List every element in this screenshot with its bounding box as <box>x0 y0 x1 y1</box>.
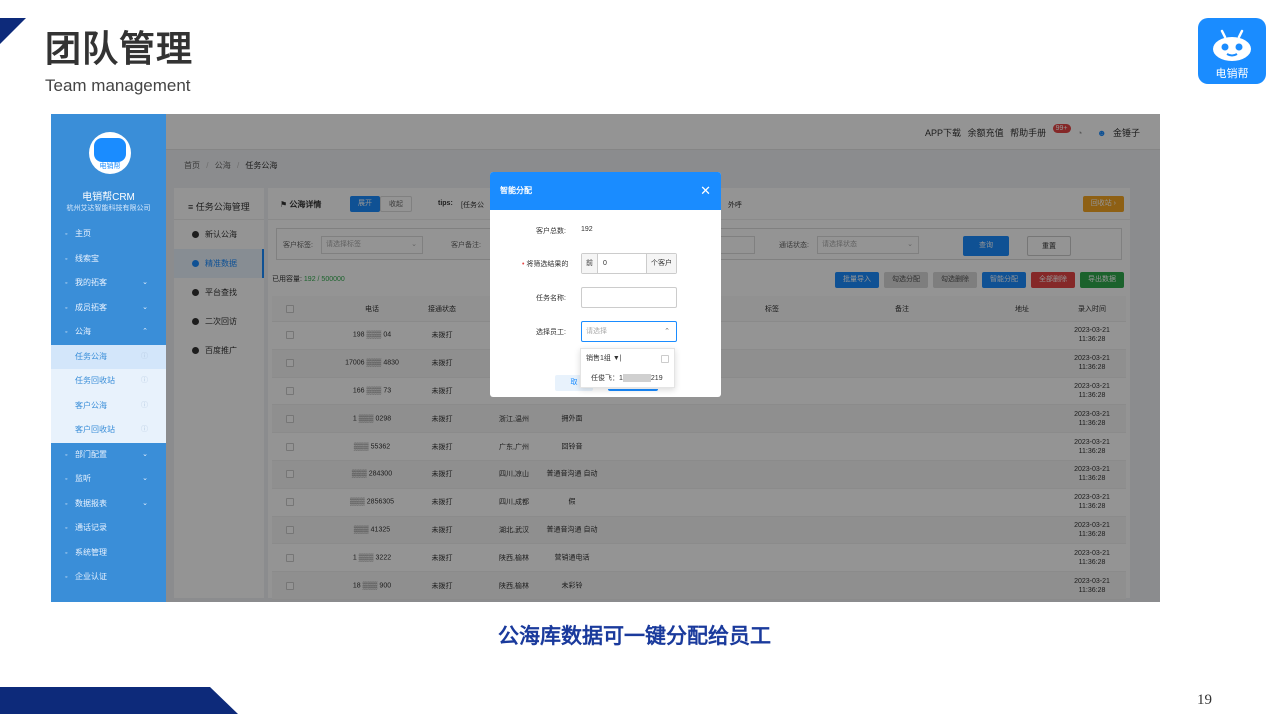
total-value: 192 <box>581 226 593 233</box>
chevron-icon: ⓘ <box>141 377 148 384</box>
chevron-up-icon: ⌃ <box>664 328 670 335</box>
crm-screenshot: 电销帮 电销帮CRM 杭州艾达智能科技有限公司 ◦ 主页 ◦ 线索宝 ◦ 我的拓客 ⌄ ◦ 成员… <box>51 114 1160 602</box>
sidebar-item-label: 线索宝 <box>75 253 99 263</box>
chevron-icon: ⓘ <box>141 426 148 433</box>
sidebar-item-label: 客户公海 <box>75 400 107 410</box>
tool-icon: ◦ <box>65 451 68 459</box>
folder-icon: ◦ <box>65 329 68 336</box>
sidebar-item[interactable]: ◦ 数据报表 ⌄ <box>51 492 166 517</box>
assign-count-group: 前 0 个客户 <box>581 253 677 274</box>
checkbox[interactable] <box>661 355 669 363</box>
people-icon: ◦ <box>65 304 68 312</box>
assign-label: • 将筛选结果的 <box>522 261 569 268</box>
task-name-label: 任务名称: <box>536 295 566 302</box>
sidebar-item-label: 通话记录 <box>75 523 107 532</box>
sidebar-item-label: 监听 <box>75 474 91 483</box>
sidebar-item[interactable]: ◦ 主页 <box>51 222 166 247</box>
total-label: 客户总数: <box>536 228 566 235</box>
chart-icon: ◦ <box>65 500 68 508</box>
robot-face-icon <box>1213 29 1251 61</box>
sidebar-item[interactable]: ◦ 部门配置 ⌄ <box>51 443 166 468</box>
assign-count-input[interactable]: 0 <box>603 254 607 273</box>
sidebar-item-label: 我的拓客 <box>75 278 107 287</box>
modal-header: 智能分配 ✕ <box>490 172 721 210</box>
gear-icon: ◦ <box>65 549 68 557</box>
phone-icon: ◦ <box>65 280 68 287</box>
sidebar-item-label: 系统管理 <box>75 547 107 557</box>
sidebar-item-label: 数据报表 <box>75 498 107 508</box>
eye-icon: ◦ <box>65 476 68 483</box>
smart-assign-modal: 智能分配 ✕ 客户总数: 192 • 将筛选结果的 前 0 个客户 任务名称: … <box>490 172 721 397</box>
footer-bar-decoration <box>0 687 238 714</box>
sidebar-item[interactable]: 客户回收站 ⓘ <box>51 418 166 443</box>
sidebar-item-label: 任务回收站 <box>75 376 115 385</box>
chevron-icon: ⌄ <box>142 303 148 311</box>
log-icon: ◦ <box>65 525 68 532</box>
sidebar-item-label: 公海 <box>75 327 91 336</box>
sidebar-item-label: 客户回收站 <box>75 425 115 434</box>
logo-text: 电销帮 <box>1215 68 1249 80</box>
slide-title: 团队管理 <box>45 28 194 69</box>
staff-label: 选择员工: <box>536 329 566 336</box>
chevron-icon: ⌃ <box>142 328 148 335</box>
sidebar-item[interactable]: ◦ 系统管理 <box>51 541 166 566</box>
staff-dropdown: 销售1组 ▼| 任俊飞：1 219 <box>580 348 675 388</box>
corner-triangle-decoration <box>0 18 26 44</box>
dropdown-option-group[interactable]: 销售1组 ▼| <box>581 349 674 369</box>
slide-subtitle: Team management <box>45 76 191 95</box>
sidebar-item[interactable]: ◦ 通话记录 <box>51 516 166 541</box>
chevron-icon: ⓘ <box>141 352 148 360</box>
sidebar-item[interactable]: ◦ 成员拓客 ⌄ <box>51 296 166 321</box>
sidebar-item[interactable]: ◦ 企业认证 <box>51 565 166 590</box>
sidebar-item-label: 任务公海 <box>75 351 107 361</box>
badge-icon: ◦ <box>65 574 68 581</box>
sidebar: 电销帮 电销帮CRM 杭州艾达智能科技有限公司 ◦ 主页 ◦ 线索宝 ◦ 我的拓客 ⌄ ◦ 成员… <box>51 114 166 602</box>
task-name-input[interactable] <box>581 287 677 308</box>
sidebar-item[interactable]: 客户公海 ⓘ <box>51 393 166 418</box>
sidebar-item-label: 成员拓客 <box>75 302 107 312</box>
brand-logo: 电销帮 <box>1198 18 1266 84</box>
sidebar-item[interactable]: ◦ 我的拓客 ⌄ <box>51 271 166 296</box>
sidebar-item[interactable]: 任务回收站 ⓘ <box>51 369 166 394</box>
sidebar-item-label: 主页 <box>75 229 91 238</box>
sidebar-item-label: 企业认证 <box>75 572 107 581</box>
page-number: 19 <box>1197 692 1212 708</box>
sidebar-item[interactable]: ◦ 公海 ⌃ <box>51 320 166 345</box>
wallet-icon: ◦ <box>65 255 68 263</box>
home-icon: ◦ <box>65 231 68 238</box>
staff-select[interactable]: 请选择 ⌃ <box>581 321 677 342</box>
sidebar-item[interactable]: ◦ 线索宝 <box>51 247 166 272</box>
sidebar-item-label: 部门配置 <box>75 449 107 459</box>
chevron-icon: ⌄ <box>142 450 148 458</box>
chevron-icon: ⌄ <box>142 499 148 507</box>
close-icon[interactable]: ✕ <box>700 172 711 210</box>
chevron-icon: ⌄ <box>142 475 148 482</box>
dropdown-option-staff[interactable]: 任俊飞：1 219 <box>581 369 674 389</box>
chevron-icon: ⌄ <box>142 279 148 286</box>
slide: 团队管理 Team management 电销帮 电销帮 电销帮CRM 杭州艾达… <box>0 0 1269 714</box>
sidebar-company: 杭州艾达智能科技有限公司 <box>66 205 151 212</box>
slide-caption: 公海库数据可一键分配给员工 <box>498 625 771 648</box>
sidebar-item[interactable]: ◦ 监听 ⌄ <box>51 467 166 492</box>
chevron-icon: ⓘ <box>141 401 148 409</box>
sidebar-menu: ◦ 主页 ◦ 线索宝 ◦ 我的拓客 ⌄ ◦ 成员拓客 ⌄ ◦ 公海 ⌃ 任务公海 ⓘ 任务回收站 ⓘ 客户公海 ⓘ 客… <box>51 222 166 590</box>
sidebar-logo: 电销帮 <box>89 132 131 174</box>
modal-title: 智能分配 <box>500 186 532 195</box>
sidebar-item[interactable]: 任务公海 ⓘ <box>51 344 166 369</box>
sidebar-brand: 电销帮CRM <box>82 192 135 203</box>
redacted-block <box>622 374 651 383</box>
